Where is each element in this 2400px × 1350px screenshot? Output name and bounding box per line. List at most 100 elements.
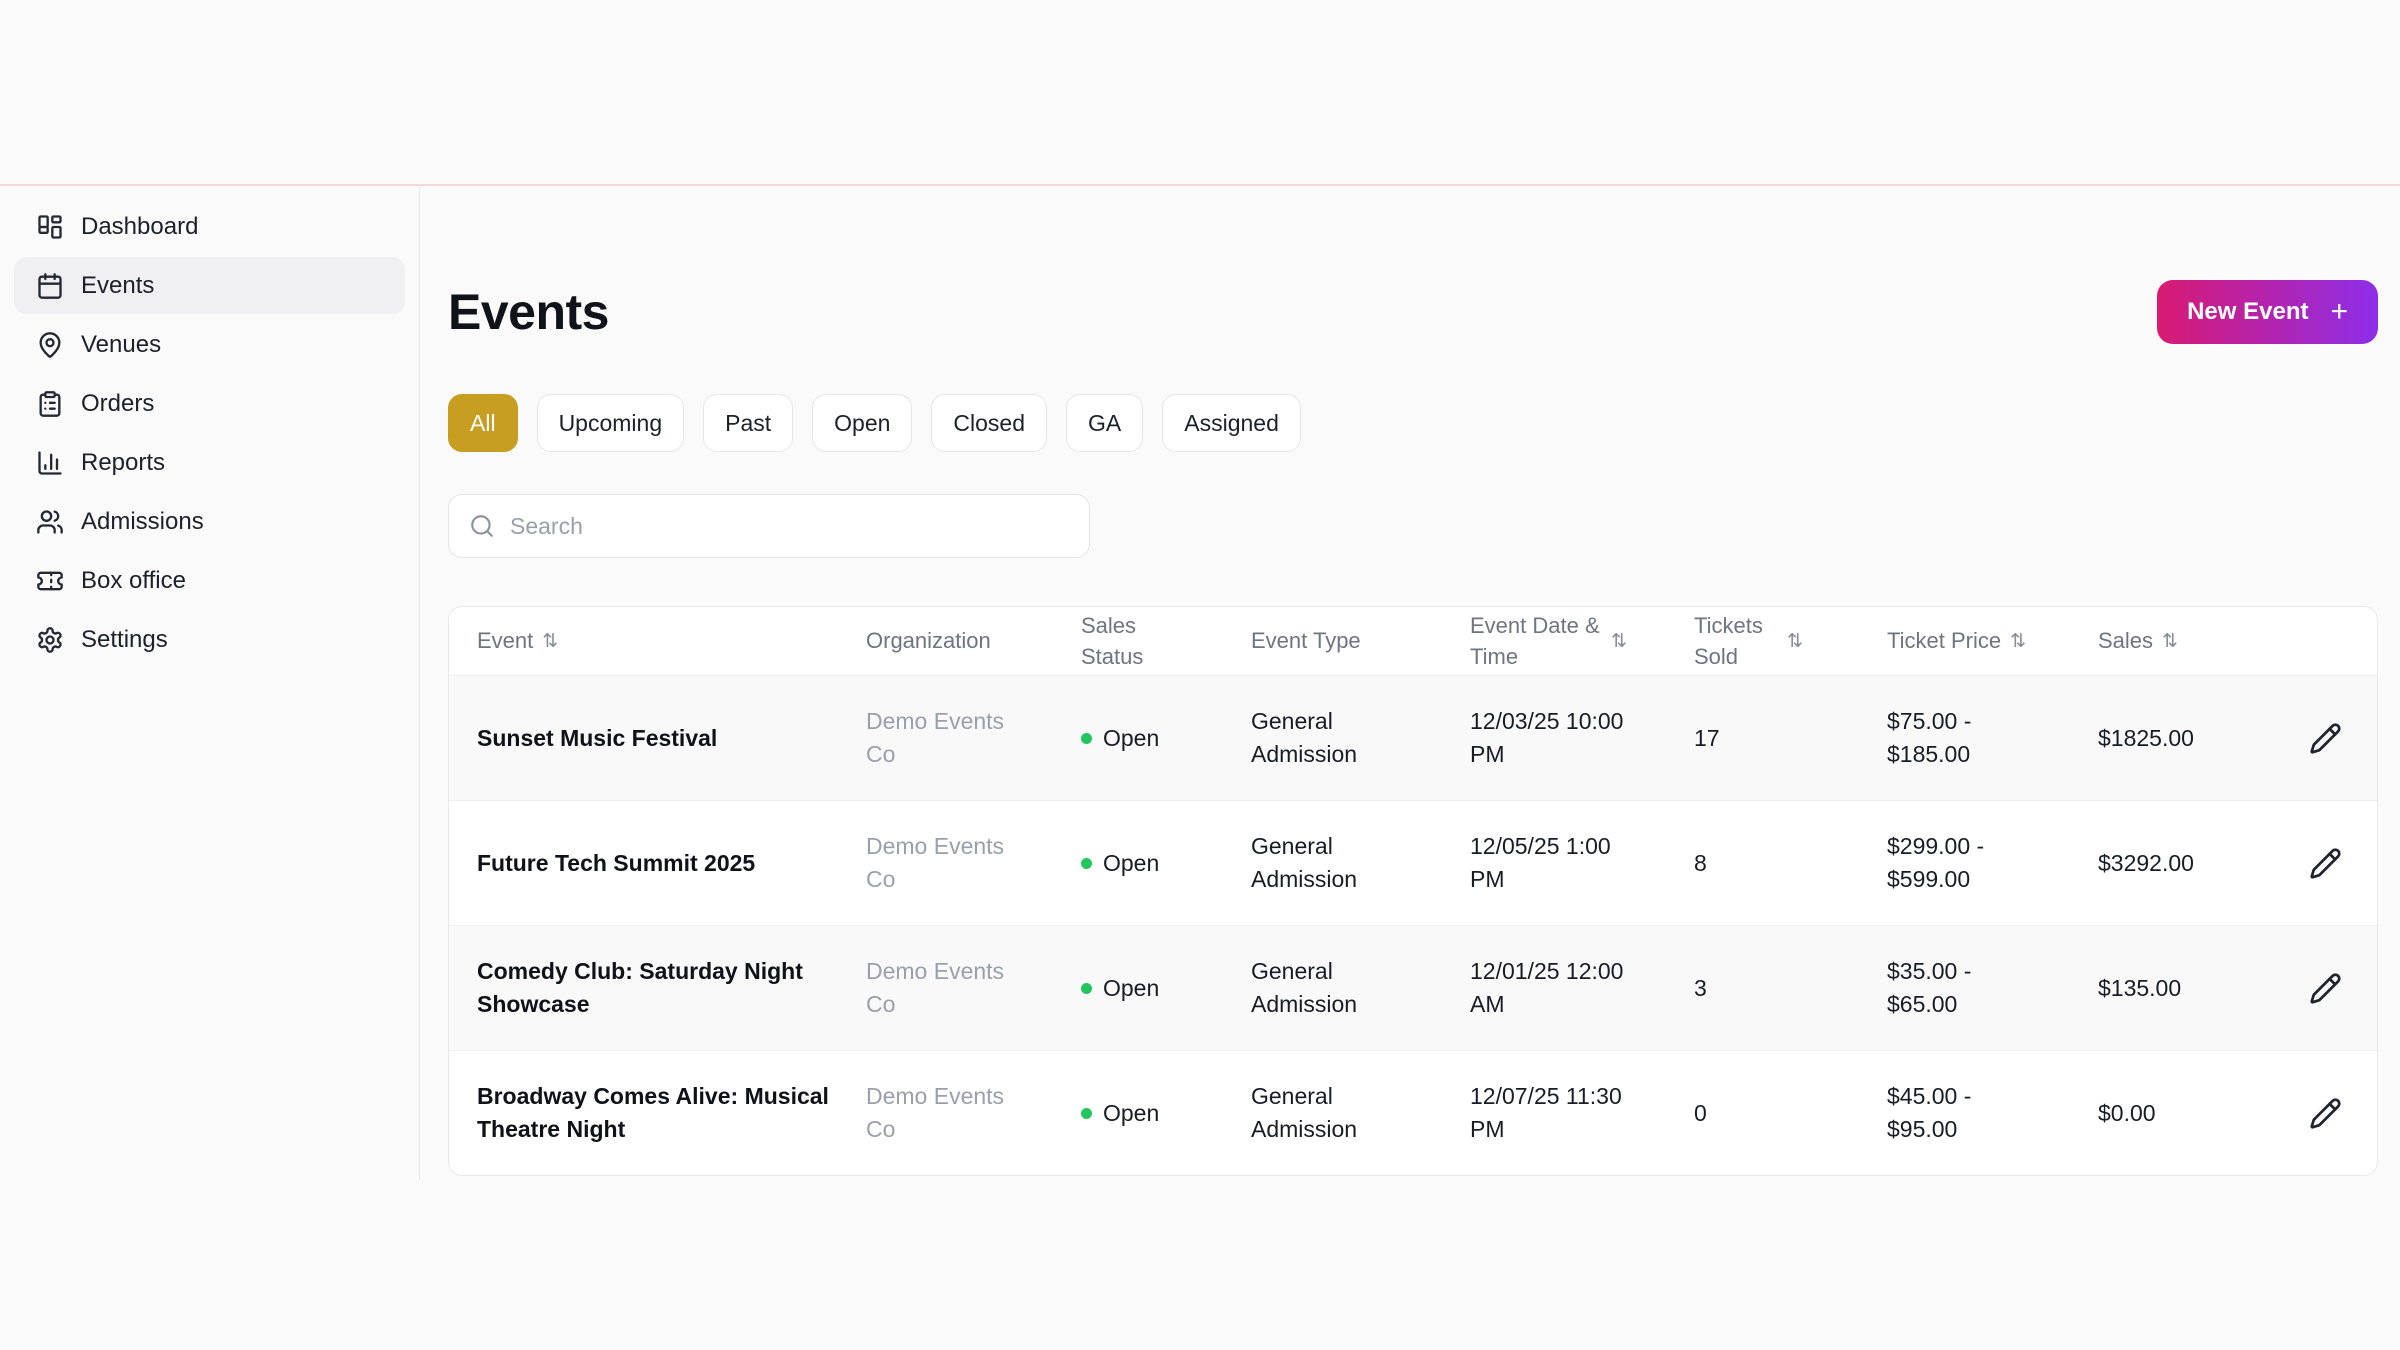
status-open-dot bbox=[1081, 732, 1092, 744]
cell-date-time: 12/03/25 10:00 PM bbox=[1470, 708, 1624, 767]
sidebar-item-admissions[interactable]: Admissions bbox=[14, 493, 405, 550]
table-row[interactable]: Future Tech Summit 2025 Demo Events Co O… bbox=[449, 800, 2377, 925]
sidebar-item-label: Admissions bbox=[81, 507, 204, 535]
map-pin-icon bbox=[36, 331, 64, 359]
bar-chart-icon bbox=[36, 449, 64, 477]
search-box bbox=[448, 494, 1090, 558]
edit-event-button[interactable] bbox=[2303, 841, 2348, 886]
cell-date-time: 12/07/25 11:30 PM bbox=[1470, 1083, 1622, 1142]
cell-organization: Demo Events Co bbox=[866, 708, 1005, 767]
clipboard-icon bbox=[36, 390, 64, 418]
sidebar-item-dashboard[interactable]: Dashboard bbox=[14, 198, 405, 255]
cell-event-name: Broadway Comes Alive: Musical Theatre Ni… bbox=[477, 1083, 829, 1142]
cell-sales: $135.00 bbox=[2098, 974, 2182, 1001]
table-row[interactable]: Comedy Club: Saturday Night Showcase Dem… bbox=[449, 925, 2377, 1050]
main-content: Events New Event + All Upcoming Past Ope… bbox=[420, 186, 2400, 1180]
sidebar-item-settings[interactable]: Settings bbox=[14, 611, 405, 668]
cell-event-type: General Admission bbox=[1251, 708, 1358, 767]
table-header-row: Event ⇅ Organization Sales Status Event … bbox=[449, 607, 2377, 675]
calendar-icon bbox=[36, 272, 64, 300]
column-header-event-type: Event Type bbox=[1251, 628, 1361, 654]
pencil-icon bbox=[2310, 972, 2341, 1004]
sidebar-item-label: Box office bbox=[81, 566, 186, 594]
sidebar-item-label: Reports bbox=[81, 448, 166, 476]
edit-event-button[interactable] bbox=[2303, 716, 2348, 761]
column-header-organization: Organization bbox=[866, 628, 991, 654]
cell-organization: Demo Events Co bbox=[866, 833, 1005, 892]
sidebar: Dashboard Events Venues Orders Reports A… bbox=[0, 186, 420, 1180]
sidebar-item-label: Events bbox=[81, 271, 155, 299]
cell-event-type: General Admission bbox=[1251, 958, 1358, 1017]
cell-event-name: Future Tech Summit 2025 bbox=[477, 849, 756, 876]
cell-sales: $1825.00 bbox=[2098, 724, 2194, 751]
gear-icon bbox=[36, 626, 64, 654]
cell-date-time: 12/05/25 1:00 PM bbox=[1470, 833, 1611, 892]
sidebar-item-events[interactable]: Events bbox=[14, 257, 405, 314]
sidebar-item-box-office[interactable]: Box office bbox=[14, 552, 405, 609]
cell-sales: $3292.00 bbox=[2098, 849, 2194, 876]
cell-organization: Demo Events Co bbox=[866, 958, 1005, 1017]
new-event-button[interactable]: New Event + bbox=[2157, 280, 2378, 344]
cell-ticket-price: $35.00 - $65.00 bbox=[1887, 958, 1972, 1017]
column-header-tickets-sold[interactable]: Tickets Sold ⇅ bbox=[1694, 610, 1887, 672]
sidebar-item-label: Settings bbox=[81, 625, 168, 653]
cell-actions bbox=[2281, 966, 2377, 1011]
status-open-dot bbox=[1081, 1107, 1092, 1119]
pencil-icon bbox=[2310, 722, 2341, 754]
sort-icon: ⇅ bbox=[1787, 629, 1803, 652]
events-table: Event ⇅ Organization Sales Status Event … bbox=[448, 606, 2378, 1176]
filter-chip-row: All Upcoming Past Open Closed GA Assigne… bbox=[448, 394, 2378, 452]
sidebar-item-orders[interactable]: Orders bbox=[14, 375, 405, 432]
sort-icon: ⇅ bbox=[2010, 629, 2027, 652]
sidebar-item-label: Orders bbox=[81, 389, 155, 417]
cell-tickets-sold: 17 bbox=[1694, 724, 1720, 751]
sidebar-item-venues[interactable]: Venues bbox=[14, 316, 405, 373]
column-header-event[interactable]: Event ⇅ bbox=[449, 625, 866, 656]
dashboard-icon bbox=[36, 213, 64, 241]
ticket-icon bbox=[36, 567, 64, 595]
cell-ticket-price: $75.00 - $185.00 bbox=[1887, 708, 1972, 767]
cell-ticket-price: $45.00 - $95.00 bbox=[1887, 1083, 1972, 1142]
cell-ticket-price: $299.00 - $599.00 bbox=[1887, 833, 1985, 892]
sidebar-item-reports[interactable]: Reports bbox=[14, 434, 405, 491]
table-row[interactable]: Broadway Comes Alive: Musical Theatre Ni… bbox=[449, 1050, 2377, 1175]
column-header-sales[interactable]: Sales ⇅ bbox=[2098, 625, 2281, 656]
column-header-sales-status: Sales Status bbox=[1081, 612, 1144, 669]
cell-tickets-sold: 0 bbox=[1694, 1099, 1707, 1126]
edit-event-button[interactable] bbox=[2303, 1091, 2348, 1136]
search-input[interactable] bbox=[508, 511, 1069, 541]
cell-actions bbox=[2281, 841, 2377, 886]
table-row[interactable]: Sunset Music Festival Demo Events Co Ope… bbox=[449, 675, 2377, 800]
filter-chip-past[interactable]: Past bbox=[703, 394, 794, 452]
filter-chip-assigned[interactable]: Assigned bbox=[1162, 394, 1301, 452]
top-strip bbox=[0, 0, 2400, 184]
cell-sales: $0.00 bbox=[2098, 1099, 2156, 1126]
app-frame: Dashboard Events Venues Orders Reports A… bbox=[0, 186, 2400, 1180]
cell-event-type: General Admission bbox=[1251, 833, 1358, 892]
cell-tickets-sold: 3 bbox=[1694, 974, 1707, 1001]
plus-icon: + bbox=[2330, 295, 2348, 328]
edit-event-button[interactable] bbox=[2303, 966, 2348, 1011]
pencil-icon bbox=[2310, 1097, 2341, 1129]
cell-organization: Demo Events Co bbox=[866, 1083, 1005, 1142]
cell-actions bbox=[2281, 1091, 2377, 1136]
filter-chip-all[interactable]: All bbox=[448, 394, 518, 452]
filter-chip-upcoming[interactable]: Upcoming bbox=[536, 394, 685, 452]
cell-actions bbox=[2281, 716, 2377, 761]
page-title: Events bbox=[448, 284, 609, 340]
filter-chip-closed[interactable]: Closed bbox=[931, 394, 1048, 452]
cell-date-time: 12/01/25 12:00 AM bbox=[1470, 958, 1624, 1017]
cell-sales-status: Open bbox=[1081, 972, 1251, 1005]
cell-tickets-sold: 8 bbox=[1694, 849, 1707, 876]
cell-event-name: Comedy Club: Saturday Night Showcase bbox=[477, 958, 803, 1017]
column-header-event-date-time[interactable]: Event Date & Time ⇅ bbox=[1470, 610, 1694, 672]
sidebar-item-label: Dashboard bbox=[81, 212, 199, 240]
status-open-dot bbox=[1081, 982, 1092, 994]
column-header-ticket-price[interactable]: Ticket Price ⇅ bbox=[1887, 625, 2098, 656]
cell-sales-status: Open bbox=[1081, 847, 1251, 880]
cell-event-name: Sunset Music Festival bbox=[477, 724, 718, 751]
status-open-dot bbox=[1081, 857, 1092, 869]
filter-chip-open[interactable]: Open bbox=[812, 394, 913, 452]
filter-chip-ga[interactable]: GA bbox=[1066, 394, 1144, 452]
users-icon bbox=[36, 508, 64, 536]
